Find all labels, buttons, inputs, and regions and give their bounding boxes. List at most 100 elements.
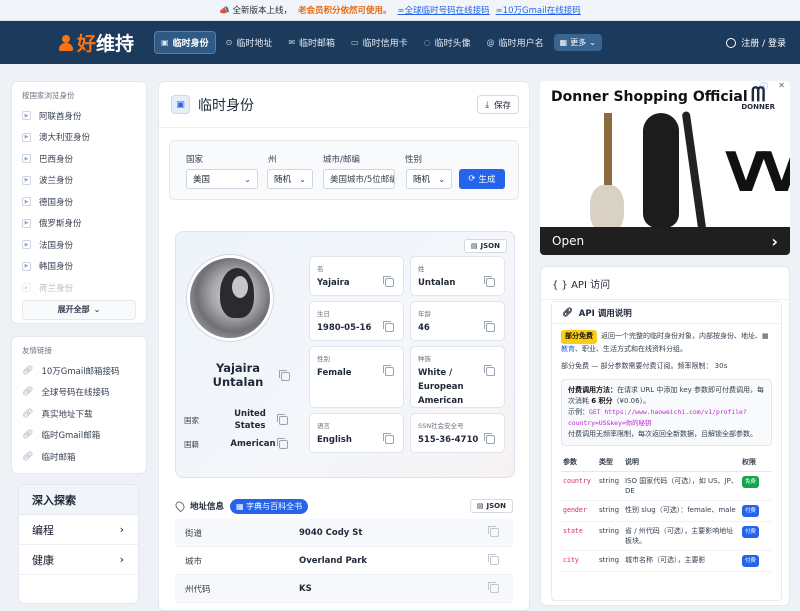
nav-temp-identity[interactable]: ▣ 临时身份 (154, 31, 216, 54)
close-icon[interactable]: ✕ (778, 81, 785, 90)
copy-icon[interactable] (484, 276, 495, 287)
nationality-row-label: 国籍 (184, 439, 199, 449)
info-icon[interactable]: ⓘ (760, 81, 768, 92)
country-item[interactable]: ▶ 荷兰身份 (22, 277, 136, 299)
banner-link-gmail[interactable]: ∞10万Gmail在线接码 (496, 4, 581, 16)
play-icon: ▶ (22, 154, 31, 164)
field-value-line3: American (418, 396, 464, 406)
nav-temp-address[interactable]: ⊙ 临时地址 (220, 32, 279, 53)
field-label: 性别 (317, 355, 330, 363)
banner-prefix: 📣 全新版本上线， (219, 6, 292, 16)
copy-icon[interactable] (277, 413, 288, 425)
generate-button[interactable]: ⟳ 生成 (459, 169, 505, 189)
copy-icon[interactable] (279, 370, 290, 381)
free-badge: 免费 (742, 476, 760, 488)
friend-link-item[interactable]: 🔗︎ 全球号码在线接码 (22, 382, 136, 404)
field-gender: 性别 Female (309, 346, 404, 408)
expand-all-button[interactable]: 展开全部 ⌄ (22, 299, 136, 320)
nav-temp-avatar[interactable]: ◌ 临时头像 (418, 32, 477, 53)
copy-icon[interactable] (488, 526, 499, 537)
param-perm: 付费 (740, 521, 772, 551)
table-row: 州代码 KS (175, 575, 513, 603)
copy-icon[interactable] (383, 365, 394, 376)
address-value: KS (299, 583, 312, 594)
site-logo[interactable]: 好维持 (58, 29, 134, 56)
field-ethnicity: 种族 White / European American (410, 346, 505, 408)
json-button[interactable]: ▤ JSON (463, 239, 507, 253)
country-label: 国家 (186, 155, 204, 165)
country-item[interactable]: ▶ 阿联酋身份 (22, 105, 136, 127)
dictionary-tag[interactable]: ▦ 字典与百科全书 (230, 498, 309, 514)
copy-icon[interactable] (383, 321, 394, 332)
play-icon: ▶ (22, 283, 31, 293)
expand-label: 展开全部 (57, 305, 90, 314)
save-button[interactable]: ⤓ 保存 (477, 95, 519, 114)
country-select-value: 美国 (193, 175, 211, 185)
address-json-button[interactable]: ▤ JSON (469, 499, 513, 513)
country-item[interactable]: ▶ 俄罗斯身份 (22, 213, 136, 235)
more-menu-button[interactable]: ▦ 更多 ⌄ (553, 34, 602, 51)
copy-icon[interactable] (277, 437, 288, 449)
banner-link-gmail-label: 10万Gmail在线接码 (502, 6, 581, 16)
login-button[interactable]: 注册 / 登录 (726, 36, 786, 49)
nationality-row-value: American (230, 439, 276, 449)
friend-link-item[interactable]: 🔗︎ 临时邮箱 (22, 446, 136, 468)
nav-temp-credit-card[interactable]: ▭ 临时信用卡 (345, 32, 414, 53)
friend-link-item[interactable]: 🔗︎ 真实地址下载 (22, 403, 136, 425)
country-item[interactable]: ▶ 韩国身份 (22, 256, 136, 278)
copy-icon[interactable] (383, 276, 394, 287)
explore-item-programming[interactable]: 编程 › (19, 515, 138, 545)
generate-label: 生成 (478, 175, 496, 185)
copy-icon[interactable] (484, 321, 495, 332)
field-label: 年龄 (418, 310, 431, 318)
friend-link-item[interactable]: 🔗︎ 临时Gmail邮箱 (22, 425, 136, 447)
friend-link-item[interactable]: 🔗︎ 10万Gmail邮箱接码 (22, 360, 136, 382)
credit-card-icon: ▭ (351, 38, 359, 47)
country-item[interactable]: ▶ 德国身份 (22, 191, 136, 213)
gender-label: 性别 (405, 155, 423, 165)
id-card-icon: ▣ (171, 95, 190, 114)
field-age: 年龄 46 (410, 301, 505, 341)
city-input[interactable]: 美国城市/5位邮编 (323, 169, 395, 189)
gender-select[interactable]: 随机 ⌄ (406, 169, 452, 189)
nav-temp-email[interactable]: ✉ 临时邮箱 (282, 32, 341, 53)
param-name: city (561, 550, 597, 572)
copy-icon[interactable] (488, 554, 499, 565)
table-row: gender string 性别 slug（可选）：female、male 付费 (561, 500, 772, 522)
copy-icon[interactable] (484, 433, 495, 444)
nav-temp-username[interactable]: @ 临时用户名 (481, 32, 550, 53)
paid-points: 6 积分 (591, 396, 613, 405)
state-select[interactable]: 随机 ⌄ (267, 169, 313, 189)
param-desc: ISO 国家代码（可选），如 US、JP、DE (623, 471, 740, 501)
param-type: string (597, 550, 623, 572)
nav-label: 临时邮箱 (299, 39, 336, 49)
country-item[interactable]: ▶ 巴西身份 (22, 148, 136, 170)
friend-link-label: 全球号码在线接码 (41, 388, 110, 399)
country-item[interactable]: ▶ 法国身份 (22, 234, 136, 256)
banner-link-phone-label: 全球临时号码在线接码 (404, 6, 490, 16)
ad-open-button[interactable]: Open › (540, 227, 790, 255)
api-panel: { } API 访问 🔗︎ API 调用说明 部分免费 返回一个完整的临时身份对象，… (540, 266, 790, 606)
country-select[interactable]: 美国 ⌄ (186, 169, 258, 189)
explore-item-health[interactable]: 健康 › (19, 545, 138, 575)
country-item[interactable]: ▶ 澳大利亚身份 (22, 127, 136, 149)
mail-icon: ✉ (288, 38, 296, 47)
country-label: 韩国身份 (39, 262, 74, 273)
ad-title: Donner Shopping Official (551, 89, 748, 105)
banner-link-phone[interactable]: ∞全球临时号码在线接码 (397, 4, 489, 16)
book-icon: ▦ (762, 332, 769, 340)
nationality-row: 国籍 American (184, 437, 288, 450)
copy-icon[interactable] (383, 433, 394, 444)
nav-label: 临时用户名 (498, 39, 544, 49)
copy-icon[interactable] (484, 365, 495, 376)
api-desc-2: 、职业、生活方式和在线资料分组。 (575, 344, 687, 353)
education-link[interactable]: 教育 (561, 345, 575, 353)
advertisement[interactable]: Donner Shopping Official ᗰ DONNER ⓘ ✕ VV … (540, 81, 790, 255)
guitar-case-image (643, 113, 679, 228)
country-label: 阿联酋身份 (39, 111, 82, 122)
map-pin-icon (173, 499, 187, 513)
country-item[interactable]: ▶ 波兰身份 (22, 170, 136, 192)
copy-icon[interactable] (488, 582, 499, 593)
paid-text-2: （¥0.06）。 (612, 396, 651, 405)
table-row: 城市 Overland Park (175, 547, 513, 575)
